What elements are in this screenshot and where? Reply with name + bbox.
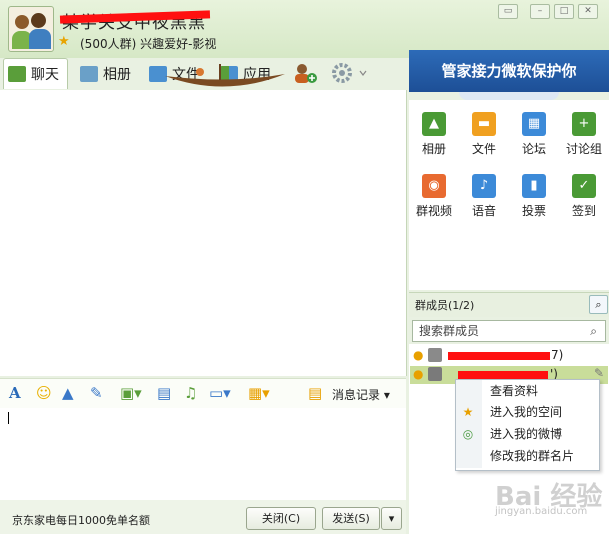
music-icon[interactable]: ♫ bbox=[184, 384, 197, 402]
minimize-button[interactable]: – bbox=[530, 4, 550, 19]
tab-album[interactable]: 相册 bbox=[80, 62, 131, 86]
add-member-icon[interactable] bbox=[292, 62, 318, 84]
weibo-icon: ◎ bbox=[462, 427, 474, 441]
close-window-button[interactable]: ✕ bbox=[578, 4, 598, 19]
discussion-icon: + bbox=[572, 112, 596, 136]
emoji-icon[interactable]: ☺ bbox=[36, 384, 52, 402]
chat-history[interactable] bbox=[0, 90, 407, 376]
search-icon: ⌕ bbox=[590, 324, 597, 338]
redaction-mark bbox=[458, 371, 548, 379]
tab-label: 聊天 bbox=[31, 67, 59, 83]
edit-icon[interactable]: ✎ bbox=[594, 366, 604, 380]
font-icon[interactable]: A bbox=[9, 384, 21, 402]
app-label: 语音 bbox=[471, 204, 496, 218]
app-voice[interactable]: ♪ 语音 bbox=[460, 174, 508, 219]
member-avatar bbox=[428, 367, 442, 381]
message-input[interactable] bbox=[0, 408, 406, 500]
banner-tail bbox=[459, 92, 559, 100]
app-discussion[interactable]: + 讨论组 bbox=[560, 112, 608, 157]
send-options-button[interactable]: ▾ bbox=[381, 507, 402, 530]
promo-link[interactable]: 京东家电每日1000免单名额 bbox=[12, 512, 150, 528]
app-label: 群视频 bbox=[415, 204, 452, 218]
context-menu-item[interactable]: 修改我的群名片 bbox=[490, 446, 574, 466]
app-label: 文件 bbox=[471, 142, 496, 156]
watermark-sub: jingyan.baidu.com bbox=[495, 506, 588, 517]
star-icon: ★ bbox=[462, 405, 474, 419]
app-forum[interactable]: ▦ 论坛 bbox=[510, 112, 558, 157]
app-label: 讨论组 bbox=[565, 142, 602, 156]
text-caret bbox=[8, 412, 9, 424]
member-status-icon: ● bbox=[413, 367, 424, 381]
app-photo[interactable]: ▲ 相册 bbox=[410, 112, 458, 157]
voice-icon: ♪ bbox=[472, 174, 496, 198]
magic-hat-icon[interactable]: ▲ bbox=[62, 384, 74, 402]
send-button[interactable]: 发送(S) bbox=[322, 507, 380, 530]
chat-icon bbox=[8, 66, 26, 82]
note-icon[interactable]: ✎ bbox=[90, 384, 103, 402]
close-button[interactable]: 关闭(C) bbox=[246, 507, 316, 530]
app-checkin[interactable]: ✓ 签到 bbox=[560, 174, 608, 219]
app-label: 签到 bbox=[571, 204, 596, 218]
history-label: 消息记录 bbox=[332, 388, 381, 402]
tab-chat[interactable]: 聊天 bbox=[3, 58, 68, 89]
history-icon[interactable]: ▤ bbox=[308, 384, 322, 402]
video-icon: ◉ bbox=[422, 174, 446, 198]
skin-icon[interactable]: ▭ bbox=[498, 4, 518, 19]
app-label: 相册 bbox=[421, 142, 446, 156]
context-menu-item[interactable]: 进入我的空间 bbox=[490, 402, 562, 422]
photo-icon: ▲ bbox=[422, 112, 446, 136]
settings-gear-icon[interactable] bbox=[330, 62, 368, 84]
search-icon[interactable]: ⌕ bbox=[589, 295, 608, 314]
doc-icon[interactable]: ▤ bbox=[157, 384, 171, 402]
album-icon bbox=[80, 66, 98, 82]
redaction-mark bbox=[448, 352, 550, 360]
screen-capture-icon[interactable]: ▭▾ bbox=[209, 384, 231, 402]
member-status-icon: ● bbox=[413, 348, 424, 362]
app-label: 投票 bbox=[521, 204, 546, 218]
group-avatar[interactable] bbox=[8, 6, 54, 52]
app-label: 论坛 bbox=[521, 142, 546, 156]
ad-banner[interactable]: 管家接力微软保护你 bbox=[409, 50, 609, 92]
checkin-icon: ✓ bbox=[572, 174, 596, 198]
member-name-suffix: 7) bbox=[551, 348, 564, 362]
member-search-input[interactable]: 搜索群成员 ⌕ bbox=[412, 320, 606, 342]
members-title: 群成员(1/2) bbox=[415, 299, 475, 312]
maximize-button[interactable]: □ bbox=[554, 4, 574, 19]
group-description: (500人群) 兴趣爱好-影视 bbox=[80, 37, 217, 51]
gift-icon[interactable]: ▦▾ bbox=[248, 384, 270, 402]
app-vote[interactable]: ▮ 投票 bbox=[510, 174, 558, 219]
star-icon: ★ bbox=[58, 34, 70, 49]
message-history-button[interactable]: 消息记录 ▾ bbox=[332, 386, 390, 403]
context-menu-icon-strip bbox=[456, 380, 482, 468]
tab-label: 相册 bbox=[103, 67, 131, 83]
app-video[interactable]: ◉ 群视频 bbox=[410, 174, 458, 219]
member-row[interactable]: ● 7) bbox=[410, 347, 608, 365]
app-folder[interactable]: ▬ 文件 bbox=[460, 112, 508, 157]
forum-icon: ▦ bbox=[522, 112, 546, 136]
chevron-down-icon: ▾ bbox=[383, 388, 390, 402]
search-placeholder: 搜索群成员 bbox=[419, 324, 480, 338]
context-menu-item[interactable]: 查看资料 bbox=[490, 381, 538, 401]
context-menu-item[interactable]: 进入我的微博 bbox=[490, 424, 562, 444]
folder-icon: ▬ bbox=[472, 112, 496, 136]
vote-icon: ▮ bbox=[522, 174, 546, 198]
member-avatar bbox=[428, 348, 442, 362]
image-icon[interactable]: ▣▾ bbox=[120, 384, 142, 402]
